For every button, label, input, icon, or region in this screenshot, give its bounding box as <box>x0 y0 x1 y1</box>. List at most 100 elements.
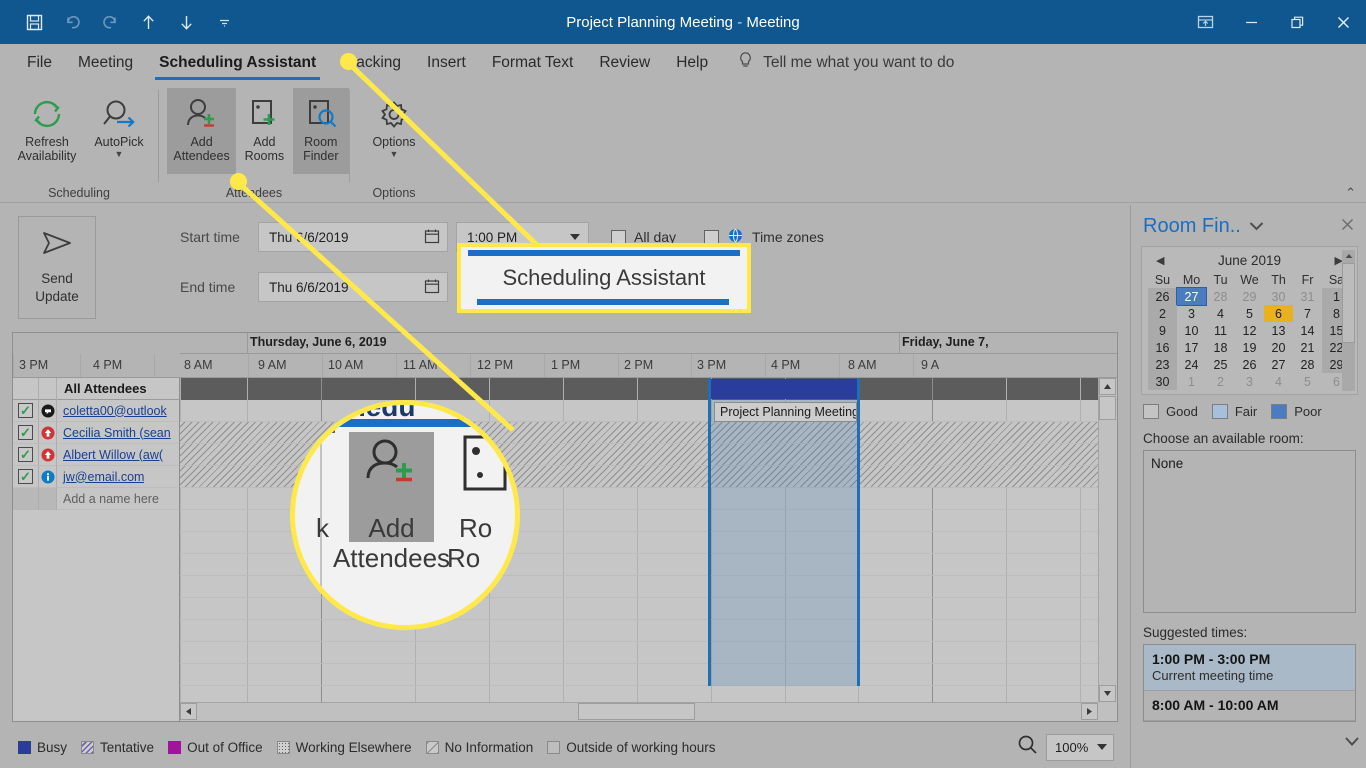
calendar-day-1-2[interactable]: 4 <box>1206 305 1235 322</box>
calendar-day-2-2[interactable]: 11 <box>1206 322 1235 339</box>
calendar-day-4-3[interactable]: 26 <box>1235 356 1264 373</box>
calendar-day-1-0[interactable]: 2 <box>1148 305 1177 322</box>
calendar-day-0-2[interactable]: 28 <box>1206 288 1235 305</box>
calendar-day-0-4[interactable]: 30 <box>1264 288 1293 305</box>
collapse-ribbon-icon[interactable]: ⌃ <box>1345 185 1356 201</box>
calendar-day-4-1[interactable]: 24 <box>1177 356 1206 373</box>
tab-review[interactable]: Review <box>586 44 663 82</box>
attendee-checkbox-3[interactable]: ✓ <box>13 465 39 488</box>
attendee-name-2[interactable]: Albert Willow (aw( <box>57 448 163 462</box>
calendar-day-5-3[interactable]: 3 <box>1235 373 1264 390</box>
options-chevron-down-icon[interactable]: ▼ <box>390 150 399 159</box>
calendar-day-2-1[interactable]: 10 <box>1177 322 1206 339</box>
redo-icon[interactable] <box>92 7 128 37</box>
previous-item-icon[interactable] <box>130 7 166 37</box>
calendar-day-1-4[interactable]: 6 <box>1264 305 1293 322</box>
calendar-day-4-4[interactable]: 27 <box>1264 356 1293 373</box>
start-time-chevron-down-icon[interactable] <box>570 234 580 240</box>
calendar-day-5-5[interactable]: 5 <box>1293 373 1322 390</box>
calendar-day-3-3[interactable]: 19 <box>1235 339 1264 356</box>
end-calendar-icon[interactable] <box>424 278 440 297</box>
calendar-day-1-1[interactable]: 3 <box>1177 305 1206 322</box>
calendar-days-grid[interactable]: 26 27 28 29 30 31 1 2 3 4 5 6 7 8 9 10 11 12 13 14 15 16 17 18 1… <box>1148 287 1351 390</box>
save-icon[interactable] <box>16 7 52 37</box>
close-icon[interactable] <box>1339 216 1356 237</box>
autopick-chevron-down-icon[interactable]: ▼ <box>115 150 124 159</box>
scroll-right-button[interactable] <box>1081 703 1098 720</box>
autopick-button[interactable]: AutoPick ▼ <box>88 88 150 174</box>
add-name-input[interactable]: Add a name here <box>57 492 159 506</box>
calendar-scroll-up-icon[interactable] <box>1342 250 1355 262</box>
prev-month-icon[interactable]: ◀ <box>1156 254 1164 267</box>
calendar-day-2-3[interactable]: 12 <box>1235 322 1264 339</box>
tab-insert[interactable]: Insert <box>414 44 479 82</box>
calendar-day-0-1[interactable]: 27 <box>1176 287 1207 306</box>
calendar-day-3-5[interactable]: 21 <box>1293 339 1322 356</box>
calendar-day-3-0[interactable]: 16 <box>1148 339 1177 356</box>
suggested-time-item-1[interactable]: 8:00 AM - 10:00 AM <box>1144 691 1355 721</box>
send-update-button[interactable]: Send Update <box>18 216 96 319</box>
calendar-scrollbar[interactable] <box>1342 250 1355 391</box>
attendee-name-3[interactable]: jw@email.com <box>57 470 144 484</box>
attendee-name-1[interactable]: Cecilia Smith (sean <box>57 426 171 440</box>
calendar-day-4-0[interactable]: 23 <box>1148 356 1177 373</box>
calendar-icon[interactable] <box>424 228 440 247</box>
calendar-day-4-2[interactable]: 25 <box>1206 356 1235 373</box>
tab-format-text[interactable]: Format Text <box>479 44 587 82</box>
calendar-day-3-1[interactable]: 17 <box>1177 339 1206 356</box>
tab-file[interactable]: File <box>14 44 65 82</box>
chevron-down-icon[interactable] <box>1249 218 1264 236</box>
suggestions-scroll-down-icon[interactable] <box>1344 734 1360 750</box>
calendar-day-0-3[interactable]: 29 <box>1235 288 1264 305</box>
calendar-day-5-4[interactable]: 4 <box>1264 373 1293 390</box>
attendee-row-1[interactable]: ✓ Cecilia Smith (sean <box>13 421 179 444</box>
calendar-day-1-5[interactable]: 7 <box>1293 305 1322 322</box>
scroll-down-button[interactable] <box>1099 685 1116 702</box>
close-button[interactable] <box>1320 0 1366 44</box>
horizontal-scroll-thumb[interactable] <box>578 703 695 720</box>
tab-scheduling-assistant[interactable]: Scheduling Assistant <box>146 44 329 82</box>
attendee-checkbox-1[interactable]: ✓ <box>13 421 39 444</box>
calendar-day-4-5[interactable]: 28 <box>1293 356 1322 373</box>
attendee-row-3[interactable]: ✓ jw@email.com <box>13 465 179 488</box>
calendar-day-3-2[interactable]: 18 <box>1206 339 1235 356</box>
room-finder-button[interactable]: Room Finder <box>292 88 349 174</box>
attendee-name-0[interactable]: coletta00@outlook <box>57 404 167 418</box>
calendar-day-2-0[interactable]: 9 <box>1148 322 1177 339</box>
calendar-day-5-0[interactable]: 30 <box>1148 373 1177 390</box>
calendar-day-0-5[interactable]: 31 <box>1293 288 1322 305</box>
customize-quick-access-icon[interactable] <box>206 7 242 37</box>
tab-help[interactable]: Help <box>663 44 721 82</box>
zoom-select[interactable]: 100% <box>1046 733 1114 761</box>
grid-vertical-scrollbar[interactable] <box>1098 378 1117 702</box>
magnifier-icon[interactable] <box>1017 734 1038 760</box>
restore-button[interactable] <box>1274 0 1320 44</box>
ribbon-display-options-button[interactable] <box>1182 0 1228 44</box>
add-rooms-button[interactable]: Add Rooms <box>236 88 292 174</box>
calendar-day-5-1[interactable]: 1 <box>1177 373 1206 390</box>
room-list-item-none[interactable]: None <box>1151 456 1348 471</box>
zoom-chevron-down-icon[interactable] <box>1097 744 1107 750</box>
calendar-day-2-5[interactable]: 14 <box>1293 322 1322 339</box>
scroll-left-button[interactable] <box>180 703 197 720</box>
calendar-day-3-4[interactable]: 20 <box>1264 339 1293 356</box>
room-finder-calendar[interactable]: ◀ June 2019 ▶ Su Mo Tu We Th Fr Sa 26 27 2… <box>1141 246 1358 395</box>
attendee-row-0[interactable]: ✓ coletta00@outlook <box>13 399 179 422</box>
calendar-scroll-thumb[interactable] <box>1342 263 1355 343</box>
scroll-up-button[interactable] <box>1099 378 1116 395</box>
suggested-time-item-0[interactable]: 1:00 PM - 3:00 PM Current meeting time <box>1144 645 1355 691</box>
calendar-day-0-0[interactable]: 26 <box>1148 288 1177 305</box>
attendee-row-2[interactable]: ✓ Albert Willow (aw( <box>13 443 179 466</box>
minimize-button[interactable] <box>1228 0 1274 44</box>
calendar-day-2-4[interactable]: 13 <box>1264 322 1293 339</box>
meeting-chip[interactable]: Project Planning Meeting <box>714 402 857 422</box>
next-item-icon[interactable] <box>168 7 204 37</box>
meeting-time-selection[interactable] <box>708 378 860 686</box>
calendar-day-1-3[interactable]: 5 <box>1235 305 1264 322</box>
attendee-checkbox-2[interactable]: ✓ <box>13 443 39 466</box>
tab-meeting[interactable]: Meeting <box>65 44 146 82</box>
attendee-row-add-new[interactable]: Add a name here <box>13 487 179 510</box>
add-attendees-button[interactable]: Add Attendees <box>167 88 237 174</box>
available-rooms-list[interactable]: None <box>1143 450 1356 613</box>
calendar-day-5-2[interactable]: 2 <box>1206 373 1235 390</box>
